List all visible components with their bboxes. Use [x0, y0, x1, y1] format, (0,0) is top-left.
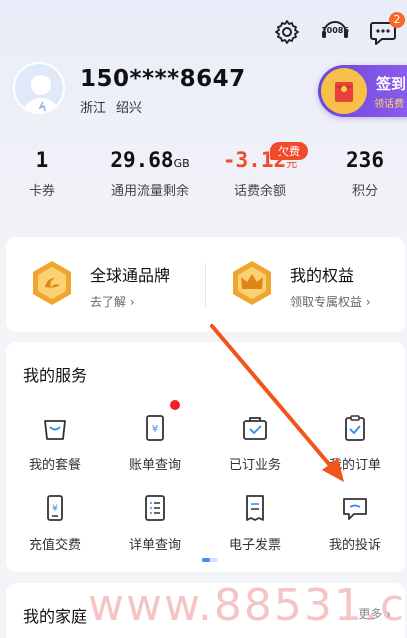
page-indicator [202, 558, 218, 562]
avatar[interactable] [13, 62, 65, 114]
city: 绍兴 [116, 101, 143, 116]
signin-button[interactable]: 签到 领话费 [318, 65, 407, 117]
service-subscribed[interactable]: 已订业务 [205, 410, 305, 473]
stat-points[interactable]: 236 积分 [335, 148, 395, 199]
service-label: 我的订单 [328, 458, 381, 473]
order-icon [335, 410, 375, 446]
perks-card: 全球通品牌 去了解 › 我的权益 领取专属权益 › [6, 237, 405, 332]
notification-dot [170, 400, 180, 410]
province: 浙江 [80, 101, 107, 116]
perk-global-brand[interactable]: 全球通品牌 去了解 › [28, 259, 170, 310]
stat-label: 通用流量剩余 [110, 184, 189, 199]
subscribed-icon [235, 410, 275, 446]
service-recharge[interactable]: ¥ 充值交费 [5, 490, 105, 553]
stat-value: 236 [346, 148, 384, 172]
stat-value: 1 [35, 148, 49, 172]
perk-my-rights[interactable]: 我的权益 领取专属权益 › [228, 259, 371, 310]
service-my-complaints[interactable]: 我的投诉 [305, 490, 405, 553]
message-badge: 2 [389, 12, 405, 28]
service-label: 我的投诉 [328, 538, 381, 553]
perk-title: 我的权益 [290, 266, 355, 285]
crown-icon [228, 259, 276, 307]
settings-icon[interactable] [269, 14, 305, 50]
signin-title: 签到 [376, 75, 407, 93]
top-toolbar: 10086 2 [267, 12, 407, 50]
svg-text:¥: ¥ [52, 504, 58, 514]
bag-icon [35, 410, 75, 446]
message-icon[interactable]: 2 [365, 12, 405, 50]
perk-subtitle: 领取专属权益 › [290, 295, 371, 309]
services-card: 我的服务 我的套餐 ¥ 账单查询 已订业务 我的订单 ¥ 充值交费 详单查询 电… [6, 342, 405, 572]
stat-label: 话费余额 [233, 184, 286, 199]
svg-text:¥: ¥ [152, 424, 158, 435]
invoice-icon [235, 490, 275, 526]
account-stats: 1 卡券 29.68GB 通用流量剩余 -3.12元 话费余额 236 积分 [0, 148, 407, 218]
recharge-icon: ¥ [35, 490, 75, 526]
service-label: 已订业务 [228, 458, 281, 473]
stat-value: -3.12元 [222, 148, 298, 172]
stat-coupons[interactable]: 1 卡券 [12, 148, 72, 199]
stat-label: 卡券 [28, 184, 55, 199]
service-my-plan[interactable]: 我的套餐 [5, 410, 105, 473]
service-label: 我的套餐 [28, 458, 81, 473]
stat-label: 积分 [351, 184, 378, 199]
services-title: 我的服务 [23, 366, 88, 385]
phone-number: 150****8647 [80, 66, 246, 92]
service-bill-query[interactable]: ¥ 账单查询 [105, 410, 205, 473]
service-detail-query[interactable]: 详单查询 [105, 490, 205, 553]
watermark: www.88531.cn [88, 580, 407, 631]
perk-subtitle: 去了解 › [90, 295, 135, 309]
hotline-10086-icon[interactable]: 10086 [317, 14, 353, 50]
location: 浙江 绍兴 [80, 97, 152, 116]
service-label: 充值交费 [28, 538, 81, 553]
service-e-invoice[interactable]: 电子发票 [205, 490, 305, 553]
stat-balance[interactable]: -3.12元 话费余额 [215, 148, 305, 199]
detail-list-icon [135, 490, 175, 526]
hotline-number: 10086 [321, 26, 349, 35]
stat-data-remaining[interactable]: 29.68GB 通用流量剩余 [100, 148, 200, 199]
bill-icon: ¥ [135, 410, 175, 446]
global-brand-icon [28, 259, 76, 307]
red-envelope-icon [321, 68, 367, 114]
family-title: 我的家庭 [23, 607, 88, 626]
service-label: 电子发票 [228, 538, 281, 553]
service-label: 详单查询 [128, 538, 181, 553]
service-label: 账单查询 [128, 458, 181, 473]
perk-title: 全球通品牌 [90, 266, 171, 285]
complaint-icon [335, 490, 375, 526]
divider [205, 263, 206, 307]
service-my-orders[interactable]: 我的订单 [305, 410, 405, 473]
stat-value: 29.68GB [110, 148, 190, 172]
signin-subtitle: 领话费 [374, 99, 404, 110]
